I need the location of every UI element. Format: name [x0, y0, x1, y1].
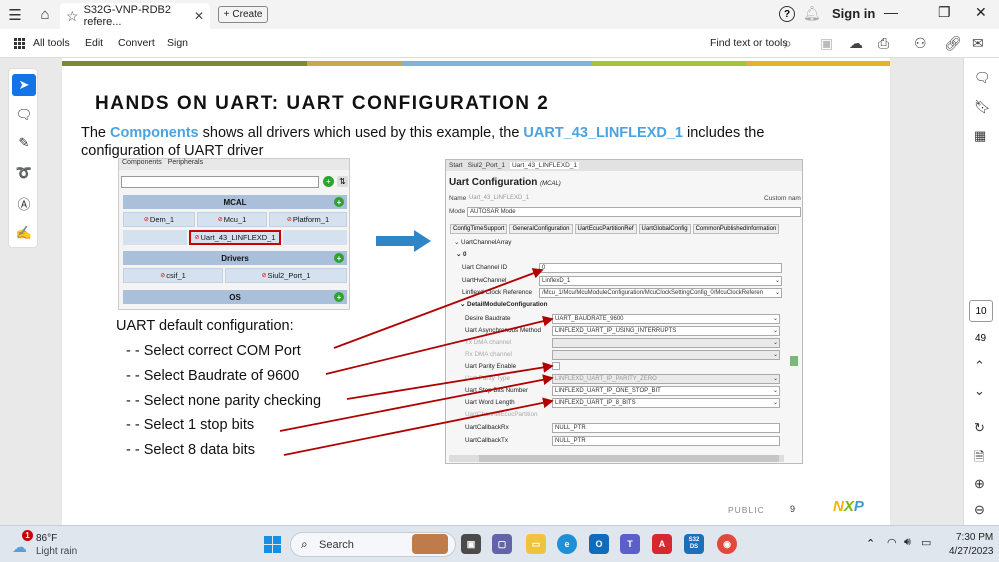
highlight-pen-icon[interactable]: ✎: [12, 132, 36, 154]
scroll-down-icon[interactable]: ⌄: [974, 383, 985, 399]
email-icon[interactable]: ✉: [972, 35, 984, 52]
task-view-icon[interactable]: ▣: [461, 534, 481, 554]
create-button[interactable]: + Create: [218, 6, 268, 23]
acrobat-icon[interactable]: A: [652, 534, 672, 554]
nxp-logo: NXP: [833, 498, 864, 515]
edit-menu[interactable]: Edit: [85, 37, 103, 49]
footer-public: PUBLIC: [728, 505, 765, 515]
edge-browser-icon[interactable]: e: [557, 534, 577, 554]
title-bar: ☰ ⌂ ☆ S32G-VNP-RDB2 refere... ✕ + Create…: [0, 0, 999, 29]
clock-time[interactable]: 7:30 PM: [956, 532, 993, 543]
document-tab[interactable]: ☆ S32G-VNP-RDB2 refere... ✕: [60, 3, 210, 29]
arrow-baudrate: [325, 315, 554, 375]
zoom-out-icon[interactable]: ⊖: [974, 502, 985, 518]
comment-icon[interactable]: 🗨︎: [12, 104, 36, 126]
create-label: Create: [232, 9, 263, 20]
all-tools-menu[interactable]: All tools: [33, 37, 70, 49]
link-icon[interactable]: 🔗︎: [944, 35, 962, 52]
select-cursor-icon[interactable]: ➤: [12, 74, 36, 96]
search-icon[interactable]: ⌕: [784, 35, 792, 52]
menu-icon[interactable]: ☰: [0, 0, 30, 29]
home-icon[interactable]: ⌂: [30, 0, 60, 29]
page-total: 49: [975, 333, 987, 344]
find-text-button[interactable]: Find text or tools: [710, 37, 788, 49]
teams-chat-icon[interactable]: ▢: [492, 534, 512, 554]
share-user-icon[interactable]: ⚇: [914, 35, 927, 52]
tray-chevron-icon[interactable]: ⌃: [866, 537, 875, 550]
search-icon: ⌕: [301, 537, 308, 551]
s32ds-icon[interactable]: S32 DS: [684, 534, 704, 554]
windows-start-icon[interactable]: [264, 536, 281, 553]
weather-description[interactable]: Light rain: [36, 546, 77, 557]
save-icon[interactable]: ▣: [820, 35, 833, 52]
upload-cloud-icon[interactable]: ☁: [849, 35, 863, 52]
left-toolbar: ➤ 🗨︎ ✎ ➰ Ⓐ ✍: [8, 68, 38, 248]
help-icon[interactable]: ?: [779, 6, 795, 22]
annotation-arrows: [279, 268, 554, 456]
chrome-icon[interactable]: ◉: [717, 534, 737, 554]
wifi-icon[interactable]: ◠: [887, 536, 897, 549]
file-explorer-icon[interactable]: ▭: [526, 534, 546, 554]
bell-icon[interactable]: 🔔︎: [803, 5, 821, 22]
outlook-icon[interactable]: O: [589, 534, 609, 554]
plus-icon: +: [223, 9, 230, 20]
restore-icon[interactable]: ❐: [938, 4, 951, 21]
battery-icon[interactable]: ▭: [921, 536, 931, 549]
text-select-icon[interactable]: Ⓐ: [12, 192, 36, 214]
minimize-icon[interactable]: —: [884, 4, 898, 20]
page-number-input[interactable]: 10: [969, 300, 993, 322]
zoom-in-icon[interactable]: ⊕: [974, 476, 985, 492]
arrow-data-bits: [283, 397, 554, 456]
arrow-com-port: [333, 268, 544, 349]
arrow-parity: [346, 362, 554, 400]
arrow-stop-bits: [279, 374, 554, 432]
star-icon[interactable]: ☆: [66, 8, 79, 25]
weather-temperature[interactable]: 86°F: [36, 533, 57, 544]
search-label: Search: [319, 539, 354, 551]
taskbar: ☁ 1 86°F Light rain ⌕ Search ▣ ▢ ▭ e O T…: [0, 525, 999, 562]
right-sidebar: 🗨︎ 🔖︎ ▦ ⌃ ⌄ ↻ 🗎︎ ⊕ ⊖: [963, 58, 999, 525]
volume-icon[interactable]: 🔊︎: [904, 536, 911, 549]
scroll-up-icon[interactable]: ⌃: [974, 358, 985, 374]
draw-freehand-icon[interactable]: ➰: [12, 162, 36, 184]
window-close-icon[interactable]: ✕: [975, 4, 987, 21]
thumbnails-icon[interactable]: ▦: [974, 128, 986, 144]
menu-bar: All tools Edit Convert Sign Find text or…: [0, 29, 999, 58]
footer-page-number: 9: [790, 504, 796, 514]
teams-icon[interactable]: T: [620, 534, 640, 554]
refresh-icon[interactable]: ↻: [974, 420, 985, 436]
bookmark-icon[interactable]: 🔖︎: [974, 99, 991, 115]
convert-menu[interactable]: Convert: [118, 37, 155, 49]
clock-date[interactable]: 4/27/2023: [949, 546, 994, 557]
sign-menu[interactable]: Sign: [167, 37, 188, 49]
search-highlight-icon[interactable]: [412, 534, 448, 554]
print-icon[interactable]: ⎙: [878, 35, 889, 52]
signature-icon[interactable]: ✍: [12, 222, 36, 244]
tab-title: S32G-VNP-RDB2 refere...: [83, 4, 171, 28]
weather-badge: 1: [22, 530, 33, 541]
sign-in-button[interactable]: Sign in: [832, 6, 875, 21]
page-export-icon[interactable]: 🗎︎: [974, 448, 984, 470]
all-tools-grid-icon[interactable]: [14, 38, 25, 49]
slide-page: HANDS ON UART: UART CONFIGURATION 2 The …: [62, 58, 890, 525]
comment-panel-icon[interactable]: 🗨︎: [974, 70, 991, 86]
close-tab-icon[interactable]: ✕: [194, 9, 204, 23]
